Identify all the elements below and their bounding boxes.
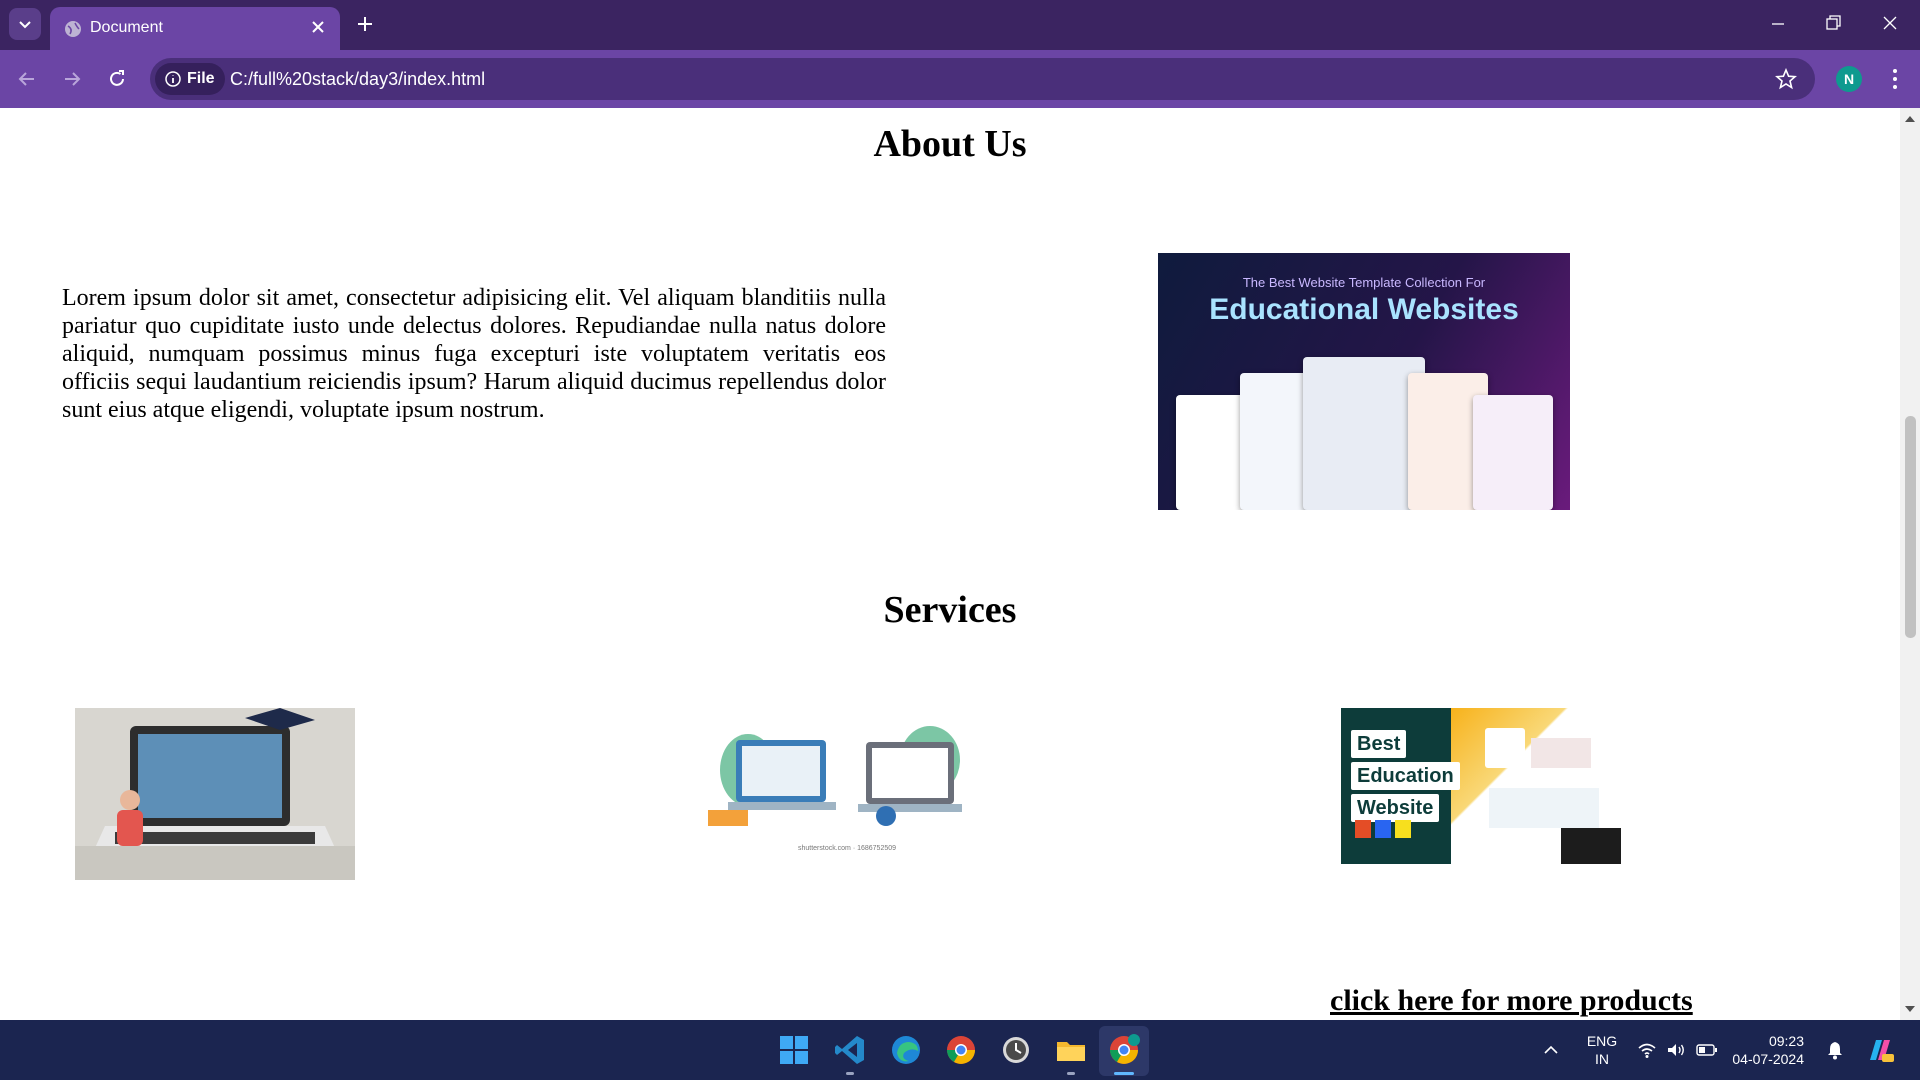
edge-icon[interactable] bbox=[889, 1033, 923, 1067]
running-indicator bbox=[1067, 1072, 1075, 1075]
tech-badges bbox=[1355, 820, 1411, 838]
copilot-icon[interactable] bbox=[1864, 1034, 1896, 1066]
tab-search-button[interactable] bbox=[9, 8, 41, 40]
clock[interactable]: 09:23 04-07-2024 bbox=[1730, 1032, 1804, 1068]
profile-avatar[interactable]: N bbox=[1836, 66, 1862, 92]
star-icon[interactable] bbox=[1775, 68, 1797, 90]
image-title: Educational Websites bbox=[1209, 293, 1519, 326]
browser-toolbar: File C:/full%20stack/day3/index.html N bbox=[0, 50, 1920, 108]
about-heading: About Us bbox=[873, 123, 1027, 165]
template-mockup bbox=[1303, 357, 1425, 510]
services-heading: Services bbox=[883, 589, 1017, 631]
site-info-chip[interactable]: File bbox=[155, 63, 225, 95]
clock-app-icon[interactable] bbox=[999, 1033, 1033, 1067]
wifi-icon[interactable] bbox=[1637, 1041, 1657, 1059]
image-subtitle: The Best Website Template Collection For bbox=[1242, 275, 1486, 290]
reload-icon[interactable] bbox=[106, 68, 128, 90]
plus-icon[interactable] bbox=[353, 12, 377, 36]
css3-icon bbox=[1375, 820, 1391, 838]
banner-word: Education bbox=[1351, 762, 1460, 790]
page-viewport: About Us Lorem ipsum dolor sit amet, con… bbox=[0, 108, 1920, 1020]
more-products-link[interactable]: click here for more products bbox=[1330, 984, 1693, 1018]
browser-tab-strip: Document bbox=[0, 0, 1920, 50]
volume-icon[interactable] bbox=[1666, 1041, 1686, 1059]
globe-icon bbox=[65, 21, 81, 37]
best-education-website-image: Best Education Website bbox=[1341, 708, 1621, 864]
kebab-menu-icon[interactable] bbox=[1884, 66, 1906, 92]
banner-word: Best bbox=[1351, 730, 1407, 758]
battery-icon[interactable] bbox=[1696, 1042, 1718, 1058]
site-chip-label: File bbox=[187, 70, 215, 87]
back-icon[interactable] bbox=[16, 68, 38, 90]
web-page: About Us Lorem ipsum dolor sit amet, con… bbox=[0, 108, 1900, 1020]
clock-date: 04-07-2024 bbox=[1732, 1051, 1804, 1067]
educational-websites-image: The Best Website Template Collection For… bbox=[1158, 253, 1570, 510]
scroll-down-arrow-icon[interactable] bbox=[1905, 1006, 1915, 1012]
language-code: ENG bbox=[1586, 1033, 1618, 1049]
laptop-graduate-image bbox=[75, 708, 355, 880]
running-indicator bbox=[846, 1072, 854, 1075]
image-caption: shutterstock.com · 1686752509 bbox=[797, 845, 897, 852]
banner-word: Website bbox=[1351, 794, 1440, 822]
javascript-icon bbox=[1395, 820, 1411, 838]
active-indicator bbox=[1114, 1072, 1134, 1075]
clock-time: 09:23 bbox=[1768, 1033, 1804, 1049]
chevron-up-icon[interactable] bbox=[1543, 1042, 1559, 1058]
close-icon[interactable] bbox=[310, 19, 326, 35]
window-close-icon[interactable] bbox=[1880, 13, 1900, 33]
windows-start-icon[interactable] bbox=[777, 1033, 811, 1067]
minimize-icon[interactable] bbox=[1768, 13, 1788, 33]
scroll-up-arrow-icon[interactable] bbox=[1905, 116, 1915, 122]
online-learning-image: shutterstock.com · 1686752509 bbox=[708, 720, 986, 860]
banner-text: Best Education Website bbox=[1351, 730, 1460, 826]
scroll-thumb[interactable] bbox=[1905, 416, 1916, 638]
tab-document[interactable]: Document bbox=[50, 7, 340, 50]
notification-bell-icon[interactable] bbox=[1826, 1040, 1844, 1060]
vscode-icon[interactable] bbox=[833, 1033, 867, 1067]
language-indicator[interactable]: ENG IN bbox=[1584, 1032, 1620, 1068]
template-mockup bbox=[1473, 395, 1553, 510]
vertical-scrollbar[interactable] bbox=[1900, 108, 1920, 1020]
chrome-profile-icon[interactable] bbox=[1107, 1033, 1141, 1067]
html5-icon bbox=[1355, 820, 1371, 838]
laptop-illustration bbox=[75, 708, 355, 880]
windows-taskbar: ENG IN 09:23 04-07-2024 bbox=[0, 1020, 1920, 1080]
online-learning-illustration bbox=[708, 726, 962, 826]
info-icon bbox=[165, 71, 181, 87]
chrome-icon[interactable] bbox=[944, 1033, 978, 1067]
url-text[interactable]: C:/full%20stack/day3/index.html bbox=[230, 69, 485, 90]
website-screenshot-panel bbox=[1451, 708, 1621, 864]
region-code: IN bbox=[1595, 1051, 1609, 1067]
restore-icon[interactable] bbox=[1823, 13, 1843, 33]
tab-title: Document bbox=[90, 19, 163, 36]
address-bar[interactable]: File C:/full%20stack/day3/index.html bbox=[150, 58, 1815, 100]
forward-icon[interactable] bbox=[61, 68, 83, 90]
chevron-down-icon bbox=[19, 21, 31, 29]
about-paragraph: Lorem ipsum dolor sit amet, consectetur … bbox=[62, 285, 886, 423]
file-explorer-icon[interactable] bbox=[1054, 1033, 1088, 1067]
